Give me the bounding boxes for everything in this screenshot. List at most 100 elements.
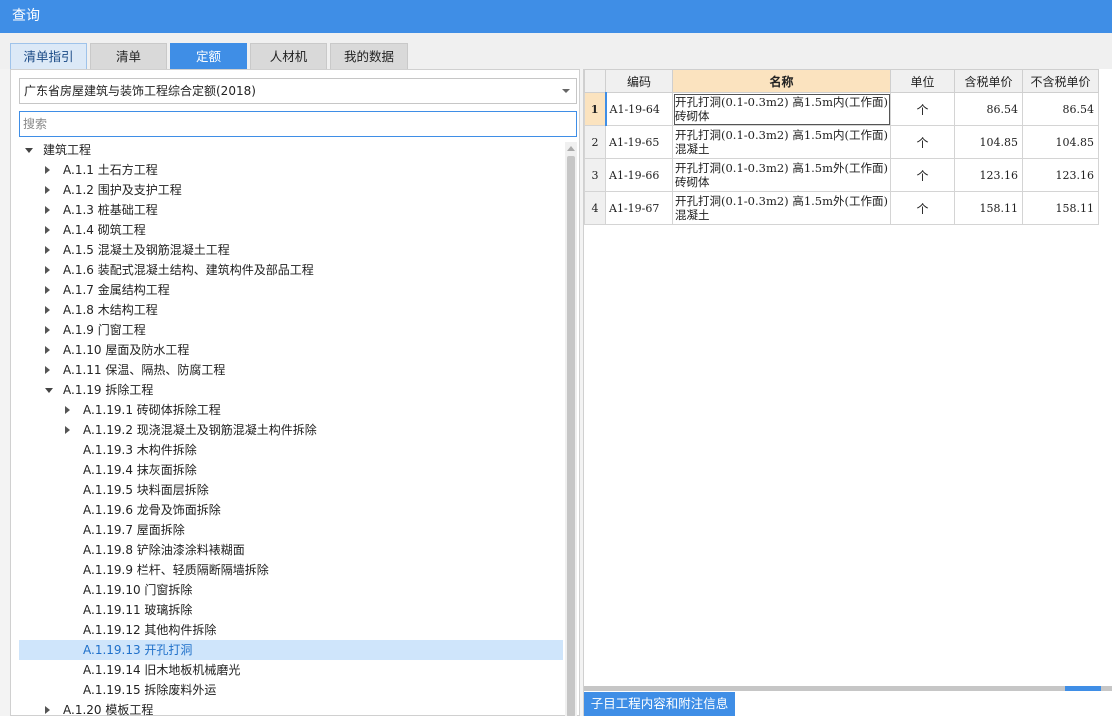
chevron-down-icon[interactable] — [562, 89, 570, 93]
collapsed-arrow-icon[interactable] — [45, 346, 50, 354]
header-name[interactable]: 名称 — [672, 69, 891, 93]
collapsed-arrow-icon[interactable] — [45, 706, 50, 714]
scrollbar-thumb[interactable] — [1065, 686, 1101, 691]
tree-node[interactable]: A.1.8 木结构工程 — [19, 300, 563, 320]
tree-node-label: A.1.1 土石方工程 — [63, 163, 158, 177]
cell-unit[interactable]: 个 — [890, 191, 955, 225]
collapsed-arrow-icon[interactable] — [45, 186, 50, 194]
library-select[interactable]: 广东省房屋建筑与装饰工程综合定额(2018) — [19, 78, 577, 104]
table-row[interactable]: 4 A1-19-67 开孔打洞(0.1-0.3m2) 高1.5m外(工作面) 混… — [584, 191, 1099, 225]
tree-node-label: A.1.4 砌筑工程 — [63, 223, 146, 237]
cell-price-tax[interactable]: 104.85 — [954, 125, 1023, 159]
collapsed-arrow-icon[interactable] — [45, 286, 50, 294]
tree-node[interactable]: A.1.19.6 龙骨及饰面拆除 — [19, 500, 563, 520]
window-title: 查询 — [0, 0, 1112, 33]
cell-name[interactable]: 开孔打洞(0.1-0.3m2) 高1.5m外(工作面) 混凝土 — [672, 191, 891, 225]
tree-node[interactable]: A.1.19.8 铲除油漆涂料裱糊面 — [19, 540, 563, 560]
tab-quota[interactable]: 定额 — [170, 43, 247, 69]
cell-price-tax[interactable]: 123.16 — [954, 158, 1023, 192]
tree-node[interactable]: A.1.7 金属结构工程 — [19, 280, 563, 300]
tree-node[interactable]: A.1.2 围护及支护工程 — [19, 180, 563, 200]
tree-node-label: A.1.19.6 龙骨及饰面拆除 — [83, 503, 221, 517]
tree-node[interactable]: A.1.19.7 屋面拆除 — [19, 520, 563, 540]
tree-node[interactable]: A.1.19.9 栏杆、轻质隔断隔墙拆除 — [19, 560, 563, 580]
cell-name[interactable]: 开孔打洞(0.1-0.3m2) 高1.5m外(工作面) 砖砌体 — [672, 158, 891, 192]
cell-unit[interactable]: 个 — [890, 158, 955, 192]
tree-node-label: A.1.19.14 旧木地板机械磨光 — [83, 663, 241, 677]
tree-node[interactable]: A.1.11 保温、隔热、防腐工程 — [19, 360, 563, 380]
scrollbar-thumb[interactable] — [567, 156, 575, 716]
table-row[interactable]: 3 A1-19-66 开孔打洞(0.1-0.3m2) 高1.5m外(工作面) 砖… — [584, 158, 1099, 192]
quota-tree-panel: 广东省房屋建筑与装饰工程综合定额(2018) 建筑工程 A.1.1 土石方工程 A.… — [10, 69, 580, 716]
cell-price-notax[interactable]: 86.54 — [1022, 92, 1099, 126]
tree-node[interactable]: A.1.19.2 现浇混凝土及钢筋混凝土构件拆除 — [19, 420, 563, 440]
tree-node[interactable]: 建筑工程 — [19, 140, 563, 160]
tree-node[interactable]: A.1.4 砌筑工程 — [19, 220, 563, 240]
collapsed-arrow-icon[interactable] — [45, 166, 50, 174]
tree-node[interactable]: A.1.19.4 抹灰面拆除 — [19, 460, 563, 480]
scroll-up-icon[interactable] — [567, 146, 575, 151]
tree-node[interactable]: A.1.19.11 玻璃拆除 — [19, 600, 563, 620]
cell-name[interactable]: 开孔打洞(0.1-0.3m2) 高1.5m内(工作面) 混凝土 — [672, 125, 891, 159]
collapsed-arrow-icon[interactable] — [45, 306, 50, 314]
collapsed-arrow-icon[interactable] — [65, 406, 70, 414]
tree-node[interactable]: A.1.20 模板工程 — [19, 700, 563, 716]
tree-node[interactable]: A.1.6 装配式混凝土结构、建筑构件及部品工程 — [19, 260, 563, 280]
expanded-arrow-icon[interactable] — [25, 148, 33, 153]
tree-node[interactable]: A.1.3 桩基础工程 — [19, 200, 563, 220]
cell-unit[interactable]: 个 — [890, 92, 955, 126]
tab-bill-guide[interactable]: 清单指引 — [10, 43, 87, 69]
cell-price-tax[interactable]: 86.54 — [954, 92, 1023, 126]
tree-node[interactable]: A.1.19.5 块料面层拆除 — [19, 480, 563, 500]
tree-node[interactable]: A.1.5 混凝土及钢筋混凝土工程 — [19, 240, 563, 260]
collapsed-arrow-icon[interactable] — [45, 206, 50, 214]
tree-scrollbar[interactable] — [565, 142, 577, 716]
cell-unit[interactable]: 个 — [890, 125, 955, 159]
cell-price-notax[interactable]: 104.85 — [1022, 125, 1099, 159]
tab-bill[interactable]: 清单 — [90, 43, 167, 69]
cell-price-tax[interactable]: 158.11 — [954, 191, 1023, 225]
tree-node[interactable]: A.1.19.12 其他构件拆除 — [19, 620, 563, 640]
tree-node[interactable]: A.1.19 拆除工程 — [19, 380, 563, 400]
tab-my-data[interactable]: 我的数据 — [330, 43, 408, 69]
tree-node[interactable]: A.1.1 土石方工程 — [19, 160, 563, 180]
cell-price-notax[interactable]: 123.16 — [1022, 158, 1099, 192]
tree-node[interactable]: A.1.9 门窗工程 — [19, 320, 563, 340]
tree-node[interactable]: A.1.19.10 门窗拆除 — [19, 580, 563, 600]
collapsed-arrow-icon[interactable] — [45, 366, 50, 374]
grid-horizontal-scrollbar[interactable] — [584, 686, 1112, 691]
table-header-row: 编码 名称 单位 含税单价 不含税单价 — [584, 69, 1099, 93]
table-row[interactable]: 2 A1-19-65 开孔打洞(0.1-0.3m2) 高1.5m内(工作面) 混… — [584, 125, 1099, 159]
tree-node[interactable]: A.1.19.14 旧木地板机械磨光 — [19, 660, 563, 680]
header-price-tax[interactable]: 含税单价 — [954, 69, 1023, 93]
collapsed-arrow-icon[interactable] — [45, 266, 50, 274]
tree-node-label: A.1.19.2 现浇混凝土及钢筋混凝土构件拆除 — [83, 423, 317, 437]
collapsed-arrow-icon[interactable] — [45, 226, 50, 234]
cell-code[interactable]: A1-19-66 — [605, 158, 673, 192]
collapsed-arrow-icon[interactable] — [45, 246, 50, 254]
tree-node[interactable]: A.1.10 屋面及防水工程 — [19, 340, 563, 360]
cell-name[interactable]: 开孔打洞(0.1-0.3m2) 高1.5m内(工作面) 砖砌体 — [672, 92, 891, 126]
row-number: 4 — [584, 191, 606, 225]
header-code[interactable]: 编码 — [605, 69, 673, 93]
tree-node[interactable]: A.1.19.13 开孔打洞 — [19, 640, 563, 660]
collapsed-arrow-icon[interactable] — [65, 426, 70, 434]
table-row[interactable]: 1 A1-19-64 开孔打洞(0.1-0.3m2) 高1.5m内(工作面) 砖… — [584, 92, 1099, 126]
header-unit[interactable]: 单位 — [890, 69, 955, 93]
tree-node[interactable]: A.1.19.1 砖砌体拆除工程 — [19, 400, 563, 420]
cell-code[interactable]: A1-19-65 — [605, 125, 673, 159]
header-price-notax[interactable]: 不含税单价 — [1022, 69, 1099, 93]
cell-price-notax[interactable]: 158.11 — [1022, 191, 1099, 225]
search-input[interactable] — [19, 111, 577, 137]
tab-labor-material-machine[interactable]: 人材机 — [250, 43, 327, 69]
tree-node[interactable]: A.1.19.15 拆除废料外运 — [19, 680, 563, 700]
collapsed-arrow-icon[interactable] — [45, 326, 50, 334]
row-number: 3 — [584, 158, 606, 192]
row-number: 2 — [584, 125, 606, 159]
tree-node[interactable]: A.1.19.3 木构件拆除 — [19, 440, 563, 460]
cell-code[interactable]: A1-19-67 — [605, 191, 673, 225]
tab-item-content-notes[interactable]: 子目工程内容和附注信息 — [584, 692, 735, 716]
cell-code[interactable]: A1-19-64 — [604, 92, 673, 126]
tree-node-label: A.1.19.4 抹灰面拆除 — [83, 463, 197, 477]
expanded-arrow-icon[interactable] — [45, 388, 53, 393]
